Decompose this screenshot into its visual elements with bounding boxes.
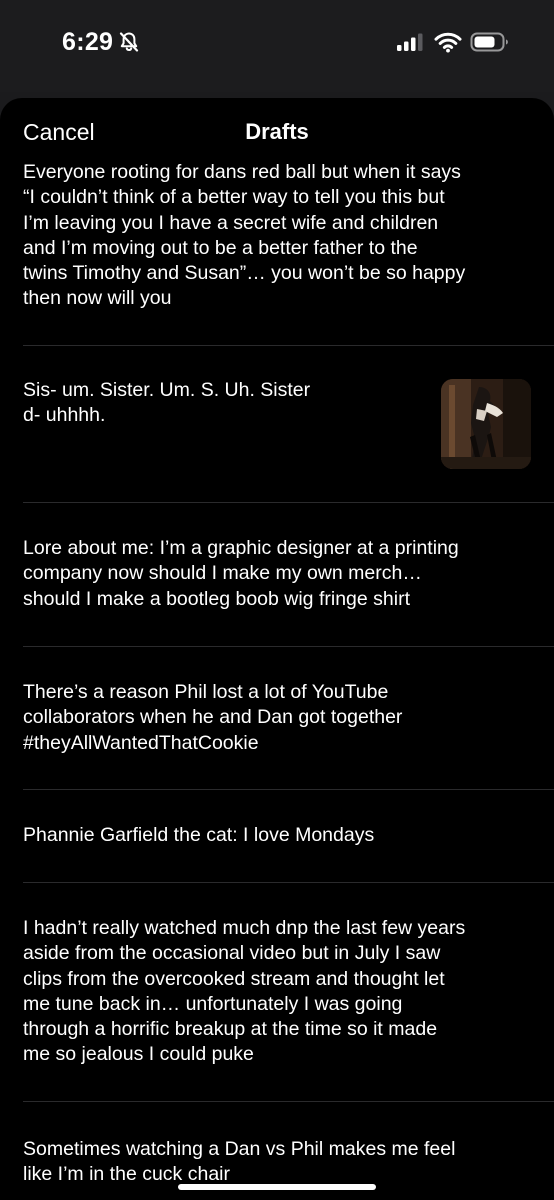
nav-bar: Cancel Drafts (0, 98, 554, 164)
draft-item[interactable]: There’s a reason Phil lost a lot of YouT… (0, 647, 554, 790)
signal-icon (397, 33, 423, 51)
draft-item[interactable]: I hadn’t really watched much dnp the las… (0, 883, 554, 1102)
battery-icon (470, 32, 508, 52)
status-bar: 6:29 (0, 0, 554, 92)
page-title: Drafts (245, 119, 309, 144)
draft-text: Everyone rooting for dans red ball but w… (23, 161, 466, 310)
draft-item[interactable]: Phannie Garfield the cat: I love Mondays (0, 790, 554, 883)
draft-image-thumbnail (441, 379, 531, 469)
drafts-sheet: Cancel Drafts Everyone rooting for dans … (0, 98, 554, 1200)
wifi-icon (434, 32, 462, 53)
draft-text: I hadn’t really watched much dnp the las… (23, 917, 466, 1066)
bell-slash-icon (119, 32, 139, 52)
draft-item[interactable]: Sis- um. Sister. Um. S. Uh. Sister d- uh… (0, 346, 554, 503)
home-indicator[interactable] (178, 1184, 376, 1190)
draft-item[interactable]: Everyone rooting for dans red ball but w… (0, 160, 554, 346)
draft-text: There’s a reason Phil lost a lot of YouT… (23, 681, 403, 754)
draft-text: Phannie Garfield the cat: I love Mondays (23, 824, 375, 846)
photo-thumbnail-image (441, 379, 531, 469)
draft-item[interactable]: Lore about me: I’m a graphic designer at… (0, 503, 554, 647)
draft-text: Sometimes watching a Dan vs Phil makes m… (23, 1138, 456, 1186)
status-time: 6:29 (62, 28, 114, 56)
draft-text: Lore about me: I’m a graphic designer at… (23, 537, 459, 610)
draft-text: Sis- um. Sister. Um. S. Uh. Sister d- uh… (23, 379, 311, 427)
